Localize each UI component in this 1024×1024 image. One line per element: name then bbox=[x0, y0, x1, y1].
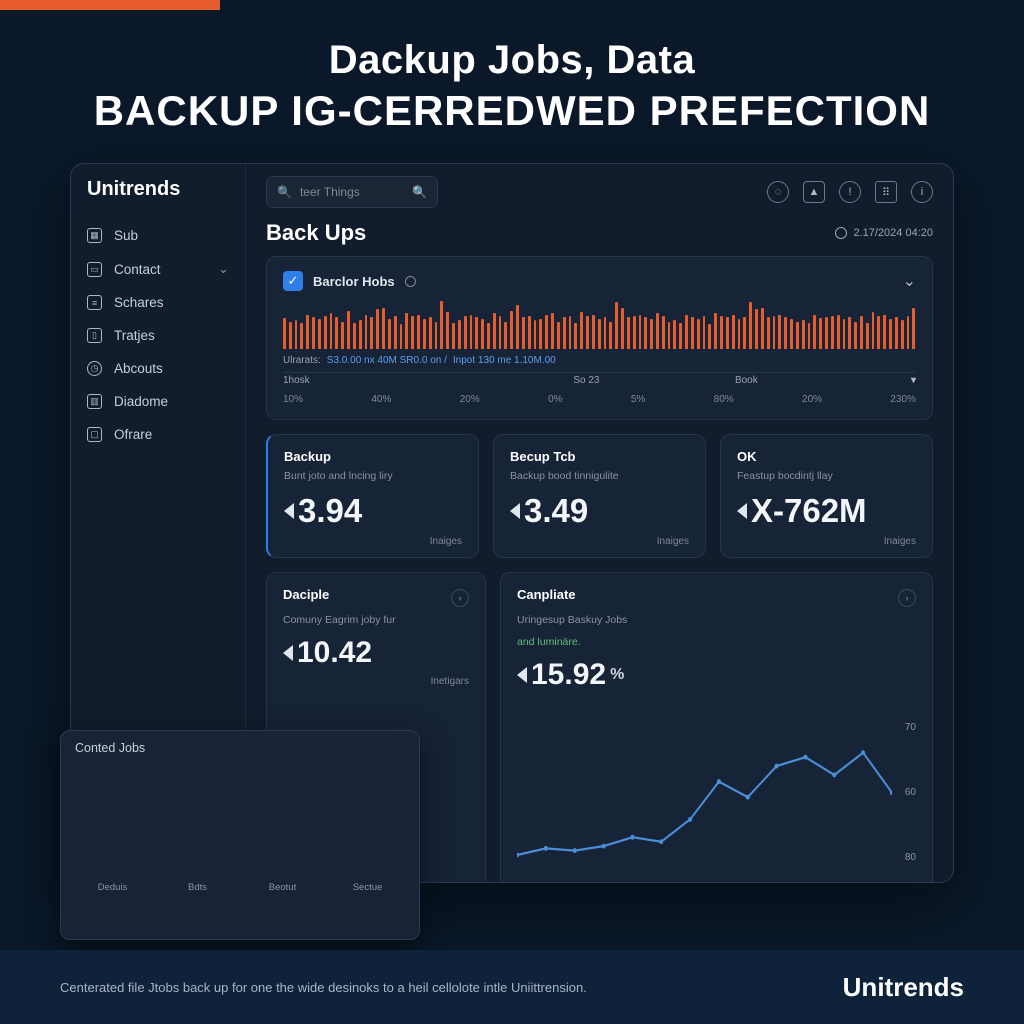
chevron-down-icon[interactable]: ⌄ bbox=[903, 271, 916, 291]
chevron-down-icon[interactable]: ▾ bbox=[758, 375, 916, 386]
page-title: Back Ups bbox=[266, 220, 366, 246]
search-icon-right: 🔍 bbox=[412, 185, 427, 199]
line-chart: 70 60 80 N-undos bytomPetsPechue20 scePr… bbox=[517, 692, 916, 883]
image-icon[interactable]: ▲ bbox=[803, 181, 825, 203]
search-icon: 🔍 bbox=[277, 185, 292, 199]
brand-logo: Unitrends bbox=[71, 178, 245, 219]
more-icon[interactable]: › bbox=[898, 589, 916, 607]
more-icon[interactable]: › bbox=[451, 589, 469, 607]
hero: Dackup Jobs, Data BACKUP IG-CERREDWED PR… bbox=[0, 0, 1024, 163]
triangle-left-icon bbox=[283, 645, 293, 661]
triangle-left-icon bbox=[510, 503, 520, 519]
info-dot-icon[interactable] bbox=[405, 276, 416, 287]
topbar: 🔍 teer Things 🔍 ◌ ▲ ! ⠿ i bbox=[246, 164, 953, 220]
sidebar-item-tratjes[interactable]: ▯ Tratjes bbox=[71, 319, 245, 352]
grid-icon: ▥ bbox=[87, 394, 102, 409]
sidebar-item-label: Abcouts bbox=[114, 361, 163, 376]
triangle-left-icon bbox=[737, 503, 747, 519]
sidebar-item-contact[interactable]: ▭ Contact ⌄ bbox=[71, 252, 245, 286]
hero-title-2: BACKUP IG-CERREDWED PREFECTION bbox=[40, 87, 984, 135]
stat-card-backup[interactable]: Backup Bunt joto and lncing liry 3.94 In… bbox=[266, 434, 479, 558]
line-path bbox=[517, 726, 892, 883]
stat-cards-row: Backup Bunt joto and lncing liry 3.94 In… bbox=[266, 434, 933, 558]
footer-text: Centerated file Jtobs back up for one th… bbox=[60, 980, 587, 995]
sidebar-item-label: Schares bbox=[114, 295, 164, 310]
accent-bar bbox=[0, 0, 220, 10]
checkbox-checked-icon[interactable]: ✓ bbox=[283, 271, 303, 291]
sidebar-item-diadome[interactable]: ▥ Diadome bbox=[71, 385, 245, 418]
overlay-bar-chart: Conted Jobs DeduisBdtsBeotutSectue bbox=[60, 730, 420, 940]
clock-icon: ◷ bbox=[87, 361, 102, 376]
timeline-panel: ✓ Barclor Hobs ⌄ Ulrarats: S3.0.00 nx 40… bbox=[266, 256, 933, 420]
list-icon: ≡ bbox=[87, 295, 102, 310]
calendar-icon: ▦ bbox=[87, 228, 102, 243]
overlay-chart-title: Conted Jobs bbox=[75, 741, 405, 755]
chevron-down-icon: ⌄ bbox=[218, 261, 229, 277]
stat-card-ok[interactable]: OK Feastup bocdintj llay X-762M Inaiges bbox=[720, 434, 933, 558]
sidebar-item-label: Sub bbox=[114, 228, 138, 243]
overlay-bars: DeduisBdtsBeotutSectue bbox=[75, 763, 405, 893]
apps-icon[interactable]: ⠿ bbox=[875, 181, 897, 203]
clock-icon bbox=[835, 227, 847, 239]
topbar-icons: ◌ ▲ ! ⠿ i bbox=[767, 181, 933, 203]
axis-categories: 1hosk So 23 Book ▾ bbox=[283, 375, 916, 386]
legend: Ulrarats: S3.0.00 nx 40M SR0.0 on / Inpo… bbox=[283, 355, 916, 373]
stat-card-becup[interactable]: Becup Tcb Backup bood tinnigulite 3.49 I… bbox=[493, 434, 706, 558]
mid-card-canpliate[interactable]: Canpliate › Uringesup Baskuy Jobs and lu… bbox=[500, 572, 933, 883]
sidebar-item-sub[interactable]: ▦ Sub bbox=[71, 219, 245, 252]
bookmark-icon: ▯ bbox=[87, 328, 102, 343]
search-input[interactable]: 🔍 teer Things 🔍 bbox=[266, 176, 438, 208]
info-icon[interactable]: i bbox=[911, 181, 933, 203]
sidebar-item-schares[interactable]: ≡ Schares bbox=[71, 286, 245, 319]
alert-icon[interactable]: ! bbox=[839, 181, 861, 203]
timeline-bars bbox=[283, 301, 916, 349]
sidebar-item-label: Tratjes bbox=[114, 328, 155, 343]
sidebar-item-label: Contact bbox=[114, 262, 161, 277]
sidebar-item-ofrare[interactable]: ▢ Ofrare bbox=[71, 418, 245, 451]
triangle-left-icon bbox=[284, 503, 294, 519]
sidebar-item-label: Ofrare bbox=[114, 427, 152, 442]
search-placeholder: teer Things bbox=[300, 185, 360, 199]
footer-brand: Unitrends bbox=[843, 972, 964, 1003]
footer: Centerated file Jtobs back up for one th… bbox=[0, 950, 1024, 1024]
page-heading: Back Ups 2.17/2024 04:20 bbox=[266, 220, 933, 246]
triangle-left-icon bbox=[517, 667, 527, 683]
user-icon[interactable]: ◌ bbox=[767, 181, 789, 203]
briefcase-icon: ▭ bbox=[87, 262, 102, 277]
window-icon: ▢ bbox=[87, 427, 102, 442]
timestamp: 2.17/2024 04:20 bbox=[835, 227, 933, 239]
panel-title: Barclor Hobs bbox=[313, 274, 395, 289]
axis-ticks: 10%40%20%0%5%80%20%230% bbox=[283, 394, 916, 405]
hero-title-1: Dackup Jobs, Data bbox=[40, 38, 984, 83]
sidebar-item-label: Diadome bbox=[114, 394, 168, 409]
sidebar-item-abcouts[interactable]: ◷ Abcouts bbox=[71, 352, 245, 385]
